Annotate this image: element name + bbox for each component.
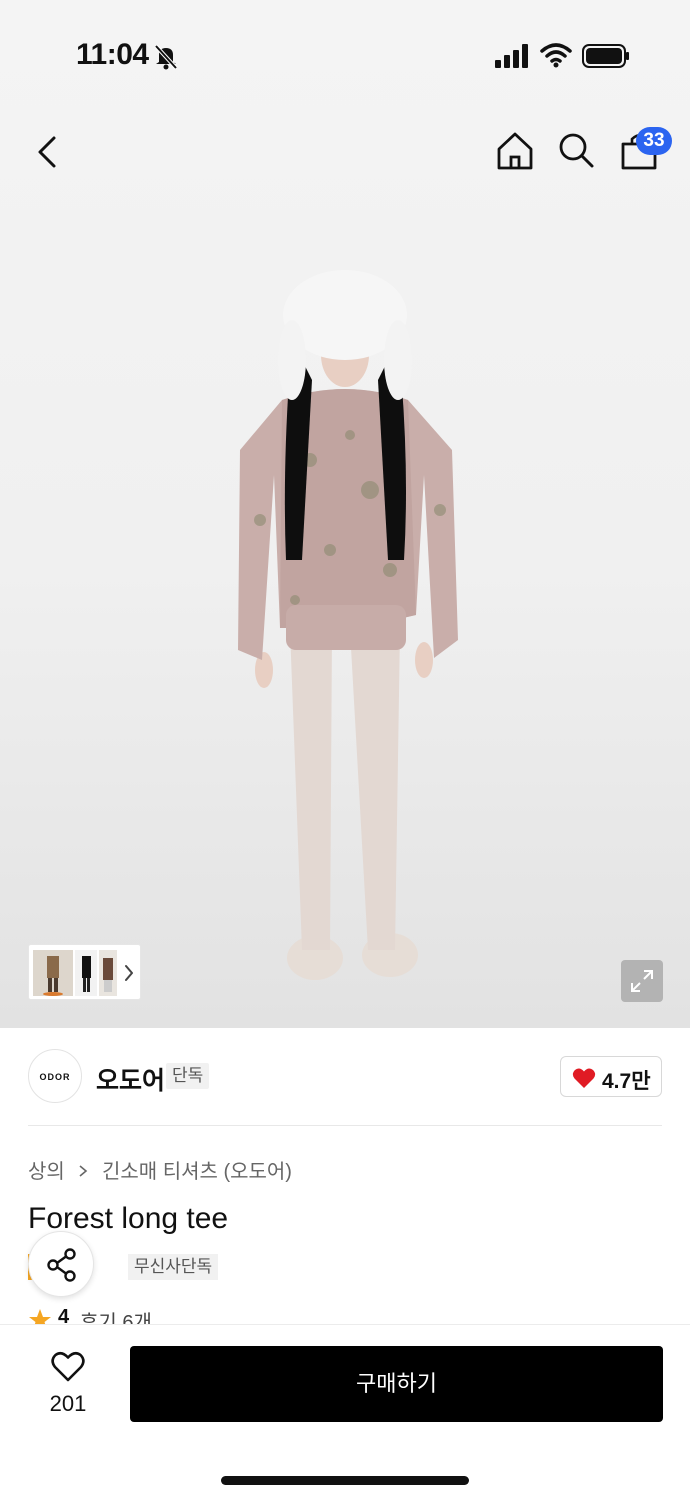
divider [28,1125,662,1126]
chevron-right-icon [79,1165,88,1177]
signal-icon [495,44,528,68]
chevron-right-icon[interactable] [122,963,136,983]
search-icon[interactable] [556,130,596,170]
brand-like-button[interactable]: 4.7만 [560,1056,662,1097]
home-indicator[interactable] [221,1476,469,1485]
bell-slash-icon [154,44,178,70]
product-photo[interactable] [220,260,470,990]
product-image-area[interactable]: 33 [0,0,690,1028]
status-bar: 11:04 [0,0,690,110]
thumbnail-2[interactable] [75,950,97,996]
expand-icon [631,970,653,992]
brand-name[interactable]: 오도어 [96,1061,165,1097]
thumbnail-3[interactable] [99,950,117,996]
wishlist-count: 201 [49,1391,87,1416]
wifi-icon [540,43,572,68]
breadcrumb-item[interactable]: 긴소매 티셔츠 (오도어) [102,1161,292,1183]
buy-button[interactable]: 구매하기 [130,1346,663,1422]
exclusive-badge: 무신사단독 [128,1254,219,1280]
share-icon [47,1248,76,1282]
expand-button[interactable] [621,960,663,1002]
thumbnail-strip[interactable] [28,944,141,1000]
breadcrumb: 상의 긴소매 티셔츠 (오도어) [28,1155,292,1184]
share-button[interactable] [28,1231,94,1297]
brand-logo[interactable]: ODOR [28,1049,82,1103]
home-icon[interactable] [494,130,536,172]
status-time: 11:04 [76,38,149,71]
cart-count-badge: 33 [636,127,672,155]
heart-icon [572,1068,596,1088]
breadcrumb-item[interactable]: 상의 [28,1161,65,1183]
heart-outline-icon [51,1351,85,1382]
thumbnail-1[interactable] [33,950,73,996]
wishlist-button[interactable]: 201 [40,1351,96,1421]
bottom-action-bar: 201 구매하기 [0,1324,690,1500]
exclusive-tag: 단독 [166,1063,210,1089]
back-icon[interactable] [30,130,70,174]
battery-icon [582,44,629,68]
brand-like-count: 4.7만 [602,1070,651,1093]
